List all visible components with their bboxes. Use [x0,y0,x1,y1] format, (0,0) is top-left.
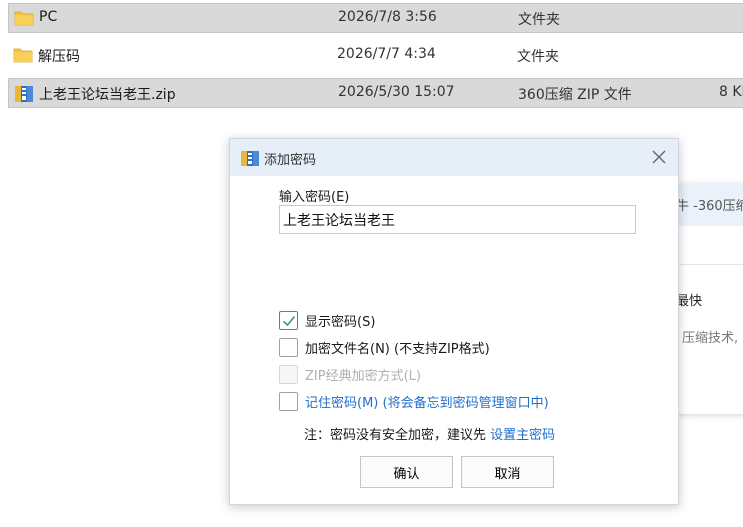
password-label: 输入密码(E) [279,190,350,205]
encrypt-filename-option[interactable]: 加密文件名(N) (不支持ZIP格式) [279,336,490,358]
background-window: 牛 -360压缩 最快 压缩技术, [676,184,743,414]
file-type: 文件夹 [518,12,560,28]
folder-icon [13,47,33,63]
zip-classic-encryption-label: ZIP经典加密方式(L) [305,368,421,384]
remember-password-label[interactable]: 记住密码(M) (将会备忘到密码管理窗口中) [305,392,549,411]
encrypt-filename-checkbox[interactable] [279,337,298,357]
dialog-title: 添加密码 [264,153,317,168]
zip-archive-icon [14,85,34,102]
security-note-text: 注：密码没有安全加密，建议先 [304,428,491,443]
file-size: 8 KB [719,84,743,100]
show-password-option[interactable]: 显示密码(S) [279,309,375,331]
divider [676,264,743,265]
file-date: 2026/7/7 4:34 [337,46,436,62]
cancel-button[interactable]: 取消 [461,456,554,488]
file-date: 2026/5/30 15:07 [338,84,455,100]
file-date: 2026/7/8 3:56 [338,9,437,25]
set-master-password-link[interactable]: 设置主密码 [490,428,555,443]
remember-password-option[interactable]: 记住密码(M) (将会备忘到密码管理窗口中) [279,390,549,412]
folder-icon [14,10,34,26]
close-icon[interactable] [650,148,668,166]
file-name: 上老王论坛当老王.zip [39,87,176,103]
zip-classic-encryption-option: ZIP经典加密方式(L) [279,363,421,385]
password-input[interactable] [279,205,636,234]
background-window-text: 最快 [676,294,703,309]
remember-password-checkbox[interactable] [279,391,298,411]
file-name: 解压码 [38,49,80,65]
file-name: PC [39,9,58,25]
file-row-jieyama[interactable]: 解压码 2026/7/7 4:34 文件夹 [8,41,743,71]
file-row-pc[interactable]: PC 2026/7/8 3:56 文件夹 [8,3,743,33]
show-password-label: 显示密码(S) [305,314,376,330]
security-note: 注：密码没有安全加密，建议先 设置主密码 [304,424,555,443]
zip-classic-encryption-checkbox [279,364,298,384]
desktop-stage: PC 2026/7/8 3:56 文件夹 解压码 2026/7/7 4:34 文… [0,0,743,527]
file-type: 文件夹 [517,49,559,65]
file-row-zip[interactable]: 上老王论坛当老王.zip 2026/5/30 15:07 360压缩 ZIP 文… [8,78,743,108]
encrypt-filename-label: 加密文件名(N) (不支持ZIP格式) [305,341,490,357]
add-password-dialog: 添加密码 输入密码(E) 显示密码(S) 加密文件名(N) (不支持ZIP格式)… [229,138,679,505]
show-password-checkbox[interactable] [279,310,298,330]
background-window-title: 牛 -360压缩 [676,199,743,214]
confirm-button[interactable]: 确认 [360,456,453,488]
360zip-app-icon [240,149,260,167]
dialog-titlebar[interactable]: 添加密码 [230,139,678,176]
background-window-text: 压缩技术, [682,331,739,346]
file-type: 360压缩 ZIP 文件 [518,87,632,103]
background-window-titlebar: 牛 -360压缩 [676,184,743,226]
